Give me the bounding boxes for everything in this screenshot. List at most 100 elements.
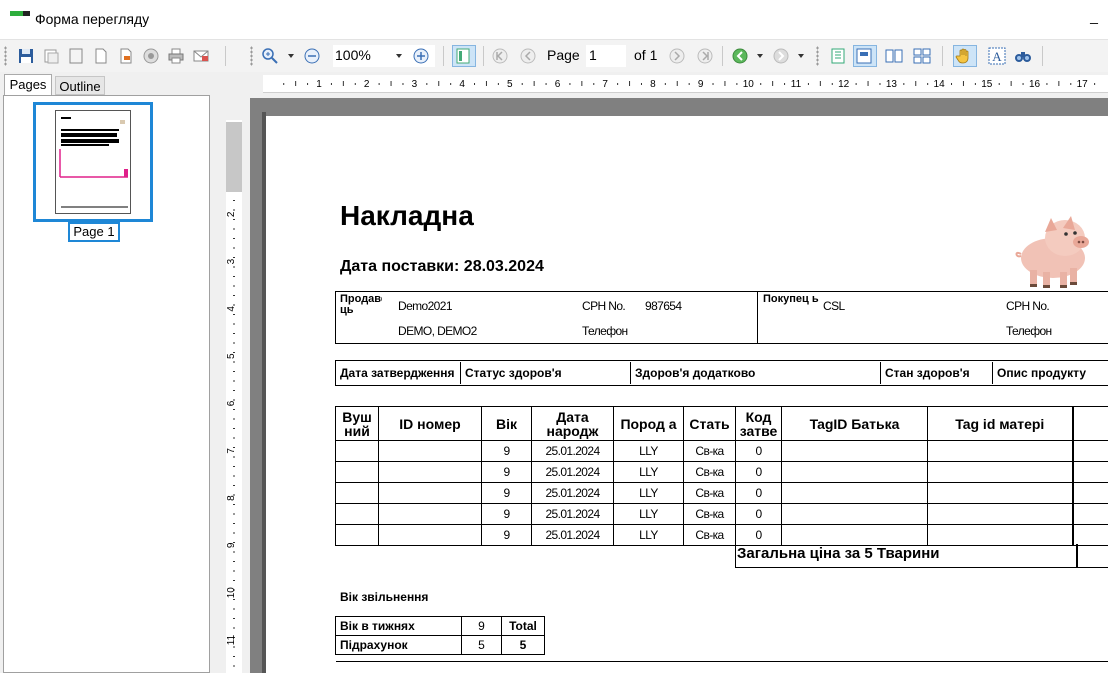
animals-header-cell: Tag id матері bbox=[927, 406, 1073, 441]
tab-outline[interactable]: Outline bbox=[55, 76, 105, 95]
animals-header-cell: Стать bbox=[683, 406, 736, 441]
ruler-tick bbox=[233, 266, 235, 268]
ruler-number: 5 bbox=[507, 79, 513, 90]
print-icon[interactable] bbox=[166, 46, 186, 66]
ruler-tick bbox=[233, 485, 235, 486]
back-dropdown-caret[interactable] bbox=[757, 54, 763, 58]
ruler-tick bbox=[724, 81, 726, 86]
zoom-in-icon[interactable] bbox=[260, 46, 280, 66]
animal-cell bbox=[781, 440, 928, 462]
thumbnail-label[interactable]: Page 1 bbox=[68, 222, 120, 242]
ruler-tick bbox=[233, 409, 235, 410]
animal-cell: LLY bbox=[613, 440, 684, 462]
seller-phone-label: Телефон bbox=[582, 324, 628, 338]
stop-icon[interactable] bbox=[141, 46, 161, 66]
health-header-cell: Стан здоров'я bbox=[881, 362, 993, 384]
save-icon[interactable] bbox=[16, 46, 36, 66]
animal-cell bbox=[927, 440, 1073, 462]
release-cell: Total bbox=[501, 616, 545, 636]
animal-cell bbox=[335, 482, 379, 504]
forward-icon[interactable] bbox=[771, 46, 791, 66]
ruler-tick bbox=[581, 81, 583, 86]
animal-row: 9 25.01.2024 LLY Св-ка 0 bbox=[335, 503, 1108, 525]
document-title: Накладна bbox=[340, 200, 474, 231]
tab-pages[interactable]: Pages bbox=[4, 74, 52, 95]
hand-icon[interactable] bbox=[953, 45, 977, 67]
ruler-number: 11 bbox=[791, 79, 802, 90]
back-icon[interactable] bbox=[730, 46, 750, 66]
animal-cell bbox=[335, 524, 379, 546]
animal-cell bbox=[927, 524, 1073, 546]
forward-dropdown-caret[interactable] bbox=[798, 54, 804, 58]
new-page-icon[interactable] bbox=[91, 46, 111, 66]
minimize-button[interactable]: _ bbox=[1084, 6, 1104, 26]
ruler-number: 9 bbox=[226, 542, 237, 548]
ruler-tick bbox=[233, 513, 235, 515]
previous-page-icon[interactable] bbox=[518, 46, 538, 66]
zoom-out-icon[interactable] bbox=[302, 46, 322, 66]
page-width-icon[interactable] bbox=[853, 45, 877, 67]
print-preview-icon[interactable] bbox=[41, 46, 61, 66]
ruler-tick bbox=[342, 81, 344, 86]
page-number-input[interactable]: 1 bbox=[586, 45, 626, 67]
seller-cph-value: 987654 bbox=[645, 299, 682, 313]
ruler-number: 8 bbox=[226, 495, 237, 501]
ruler-number: 4 bbox=[226, 306, 237, 312]
animal-cell: 25.01.2024 bbox=[531, 440, 614, 462]
animals-header-cell: Код затве bbox=[735, 406, 782, 441]
ruler-number: 3 bbox=[412, 79, 418, 90]
ruler-tick bbox=[233, 561, 235, 562]
animal-cell bbox=[378, 524, 482, 546]
ruler-tick bbox=[233, 456, 235, 458]
ruler-number: 2 bbox=[226, 211, 237, 217]
animals-header-cell: Вік bbox=[481, 406, 532, 441]
zoom-dropdown-caret[interactable] bbox=[288, 54, 294, 58]
buyer-cph-label: CPH No. bbox=[1006, 299, 1050, 313]
toolbar-separator bbox=[942, 46, 943, 66]
page-count: of 1 bbox=[634, 47, 658, 63]
animals-header-row: Вуш ний ID номер Вік Дата народж Пород а… bbox=[335, 406, 1108, 441]
ruler-tick bbox=[233, 665, 235, 667]
last-page-icon[interactable] bbox=[695, 46, 715, 66]
animal-cell: Св-ка bbox=[683, 440, 736, 462]
single-page-icon[interactable] bbox=[828, 46, 848, 66]
vertical-scroll-thumb[interactable] bbox=[226, 122, 242, 192]
export-icon[interactable] bbox=[116, 46, 136, 66]
toolbar-grip[interactable] bbox=[250, 46, 253, 66]
zoom-combo[interactable]: 100% bbox=[333, 45, 435, 67]
ruler-tick bbox=[233, 437, 235, 439]
animal-cell bbox=[335, 461, 379, 483]
two-pages-icon[interactable] bbox=[884, 46, 904, 66]
ruler-number: 6 bbox=[555, 79, 561, 90]
ruler-tick bbox=[819, 81, 821, 86]
ruler-tick bbox=[233, 285, 235, 287]
ruler-tick bbox=[307, 83, 309, 85]
toolbar-grip[interactable] bbox=[4, 46, 7, 66]
zoom-plus-icon[interactable] bbox=[411, 46, 431, 66]
page-thumbnail[interactable] bbox=[33, 102, 153, 222]
thumbnail-page-preview bbox=[55, 110, 131, 214]
page-label: Page bbox=[547, 47, 580, 63]
toolbar-grip[interactable] bbox=[816, 46, 819, 66]
release-cell: Вік в тижнях bbox=[335, 616, 462, 636]
toolbar-separator bbox=[483, 46, 484, 66]
text-select-icon[interactable]: A bbox=[987, 46, 1007, 66]
zoom-combo-caret[interactable] bbox=[396, 54, 402, 58]
ruler-tick bbox=[915, 81, 917, 86]
animals-header-cell: Пород а bbox=[613, 406, 684, 441]
multiple-pages-icon[interactable] bbox=[912, 46, 932, 66]
animal-cell bbox=[781, 461, 928, 483]
ruler-tick bbox=[640, 83, 642, 85]
ruler-tick bbox=[233, 627, 235, 629]
thumbnails-icon[interactable] bbox=[452, 45, 476, 67]
send-icon[interactable] bbox=[191, 46, 211, 66]
find-icon[interactable] bbox=[1013, 46, 1033, 66]
first-page-icon[interactable] bbox=[490, 46, 510, 66]
ruler-tick bbox=[545, 83, 547, 85]
page-icon[interactable] bbox=[66, 46, 86, 66]
next-page-icon[interactable] bbox=[667, 46, 687, 66]
animals-header-cell: TagID Батька bbox=[781, 406, 928, 441]
ruler-tick bbox=[233, 418, 235, 420]
animals-header-cell: ID номер bbox=[378, 406, 482, 441]
ruler-tick bbox=[295, 81, 297, 86]
